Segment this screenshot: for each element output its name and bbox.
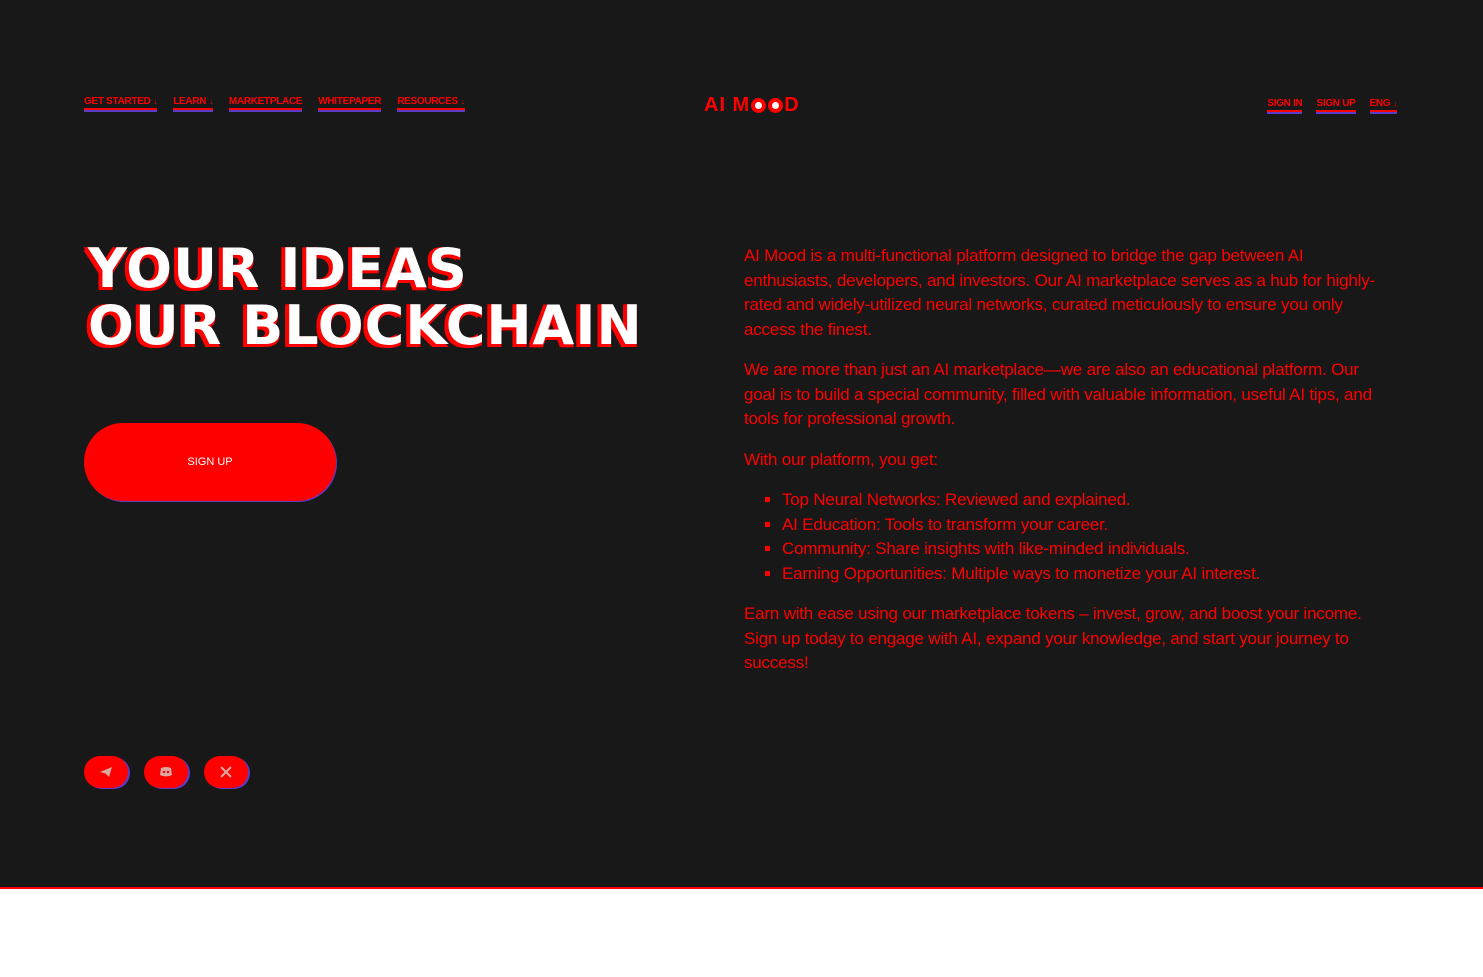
telegram-button[interactable] xyxy=(84,756,128,788)
list-item: Earning Opportunities: Multiple ways to … xyxy=(782,562,1389,587)
site-logo[interactable]: AI M D xyxy=(704,94,800,117)
social-links xyxy=(84,756,248,788)
logo-text-prefix: AI M xyxy=(704,94,751,116)
list-item: Community: Share insights with like-mind… xyxy=(782,537,1389,562)
sign-up-label: SIGN UP xyxy=(1316,98,1356,109)
platform-description: AI Mood is a multi-functional platform d… xyxy=(744,244,1389,676)
intro-paragraph: AI Mood is a multi-functional platform d… xyxy=(744,246,1376,339)
nav-whitepaper-label: WHITEPAPER xyxy=(318,96,382,107)
headline-line-2: OUR BLOCKCHAIN xyxy=(88,294,643,357)
logo-text-suffix: D xyxy=(784,94,800,116)
earn-paragraph: Earn with ease using our marketplace tok… xyxy=(744,604,1362,623)
hero-headline: YOUR IDEAS OUR BLOCKCHAIN xyxy=(88,240,643,354)
chevron-down-icon: ↓ xyxy=(460,97,465,106)
sign-up-button[interactable]: SIGN UP xyxy=(84,423,336,501)
headline-line-1: YOUR IDEAS xyxy=(88,237,468,300)
nav-get-started[interactable]: GET STARTED ↓ xyxy=(84,96,157,110)
sign-up-button-label: SIGN UP xyxy=(187,456,233,468)
x-twitter-button[interactable] xyxy=(204,756,248,788)
chevron-down-icon: ↓ xyxy=(153,97,158,106)
language-label: ENG xyxy=(1369,98,1391,109)
nav-learn[interactable]: LEARN ↓ xyxy=(173,96,213,110)
sign-in-link[interactable]: SIGN IN xyxy=(1267,98,1303,112)
sign-in-label: SIGN IN xyxy=(1267,98,1303,109)
chevron-down-icon: ↓ xyxy=(209,97,213,106)
discord-icon xyxy=(160,767,172,777)
x-twitter-icon xyxy=(220,766,232,778)
primary-nav: GET STARTED ↓ LEARN ↓ MARKETPLACE WHITEPAP… xyxy=(84,96,465,110)
nav-get-started-label: GET STARTED xyxy=(84,96,151,107)
list-item: Top Neural Networks: Reviewed and explai… xyxy=(782,488,1389,513)
discord-button[interactable] xyxy=(144,756,188,788)
nav-learn-label: LEARN xyxy=(173,96,207,107)
logo-o-mark xyxy=(768,98,784,113)
signup-paragraph: Sign up today to engage with AI, expand … xyxy=(744,628,1349,673)
telegram-icon xyxy=(100,767,112,777)
nav-marketplace-label: MARKETPLACE xyxy=(228,96,303,107)
chevron-down-icon: ↓ xyxy=(1393,99,1397,108)
benefits-intro: With our platform, you get: xyxy=(744,449,938,469)
nav-resources[interactable]: RESOURCES ↓ xyxy=(397,96,465,110)
hero-section: GET STARTED ↓ LEARN ↓ MARKETPLACE WHITEPAP… xyxy=(0,0,1483,889)
nav-whitepaper[interactable]: WHITEPAPER xyxy=(318,96,381,110)
list-item: AI Education: Tools to transform your ca… xyxy=(782,513,1389,538)
nav-marketplace[interactable]: MARKETPLACE xyxy=(228,96,303,110)
sign-up-link[interactable]: SIGN UP xyxy=(1316,98,1356,112)
benefits-list: Top Neural Networks: Reviewed and explai… xyxy=(744,488,1389,586)
language-selector[interactable]: ENG ↓ xyxy=(1369,98,1397,112)
logo-o-mark xyxy=(751,98,767,113)
mission-paragraph: We are more than just an AI marketplace—… xyxy=(744,360,1372,428)
nav-resources-label: RESOURCES xyxy=(397,96,458,107)
account-nav: SIGN IN SIGN UP ENG ↓ xyxy=(1267,98,1397,112)
